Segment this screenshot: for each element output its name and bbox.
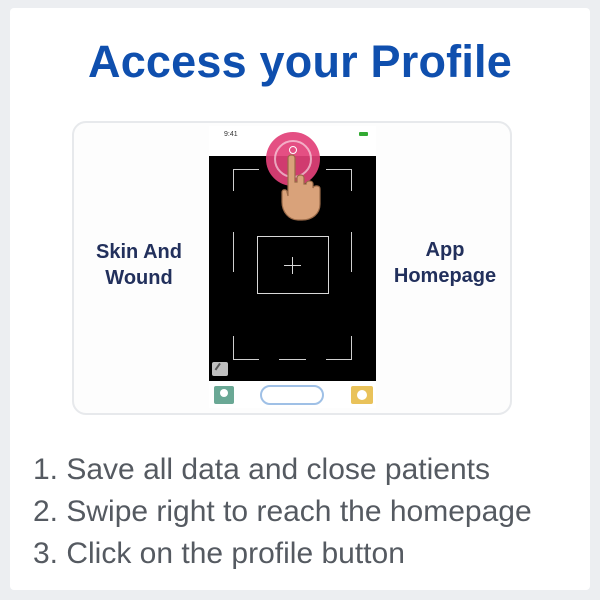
viewfinder-side-line [351,232,352,272]
viewfinder-corner [351,336,352,360]
viewfinder-corner [233,336,234,360]
capture-button[interactable] [260,385,324,405]
app-homepage-label-line1: App [425,239,465,261]
viewfinder-corner [233,359,259,360]
flash-off-icon[interactable] [212,362,228,376]
app-homepage-label: App Homepage [380,237,510,289]
status-time: 9:41 [224,131,238,138]
skin-and-wound-label: Skin And Wound [84,239,194,291]
patient-icon[interactable] [214,386,234,404]
viewfinder-corner [233,169,234,191]
app-homepage-label-line2: Homepage [393,265,497,287]
battery-icon [359,132,368,136]
page-title: Access your Profile [88,36,512,87]
viewfinder-bottom-line [279,359,306,360]
step-2: 2. Swipe right to reach the homepage [33,495,532,528]
skin-and-wound-label-line2: Wound [105,267,173,289]
viewfinder-corner [233,169,259,170]
viewfinder-corner [326,359,352,360]
crosshair-icon [292,257,293,274]
step-3: 3. Click on the profile button [33,537,405,570]
hand-shape [281,154,321,221]
viewfinder-corner [326,169,352,170]
settings-icon[interactable] [351,386,373,404]
viewfinder-side-line [233,232,234,272]
viewfinder-corner [351,169,352,191]
skin-and-wound-label-line1: Skin And [96,241,182,263]
tap-hand-icon [281,154,321,221]
instruction-steps: 1. Save all data and close patients 2. S… [33,449,588,575]
step-1: 1. Save all data and close patients [33,453,490,486]
